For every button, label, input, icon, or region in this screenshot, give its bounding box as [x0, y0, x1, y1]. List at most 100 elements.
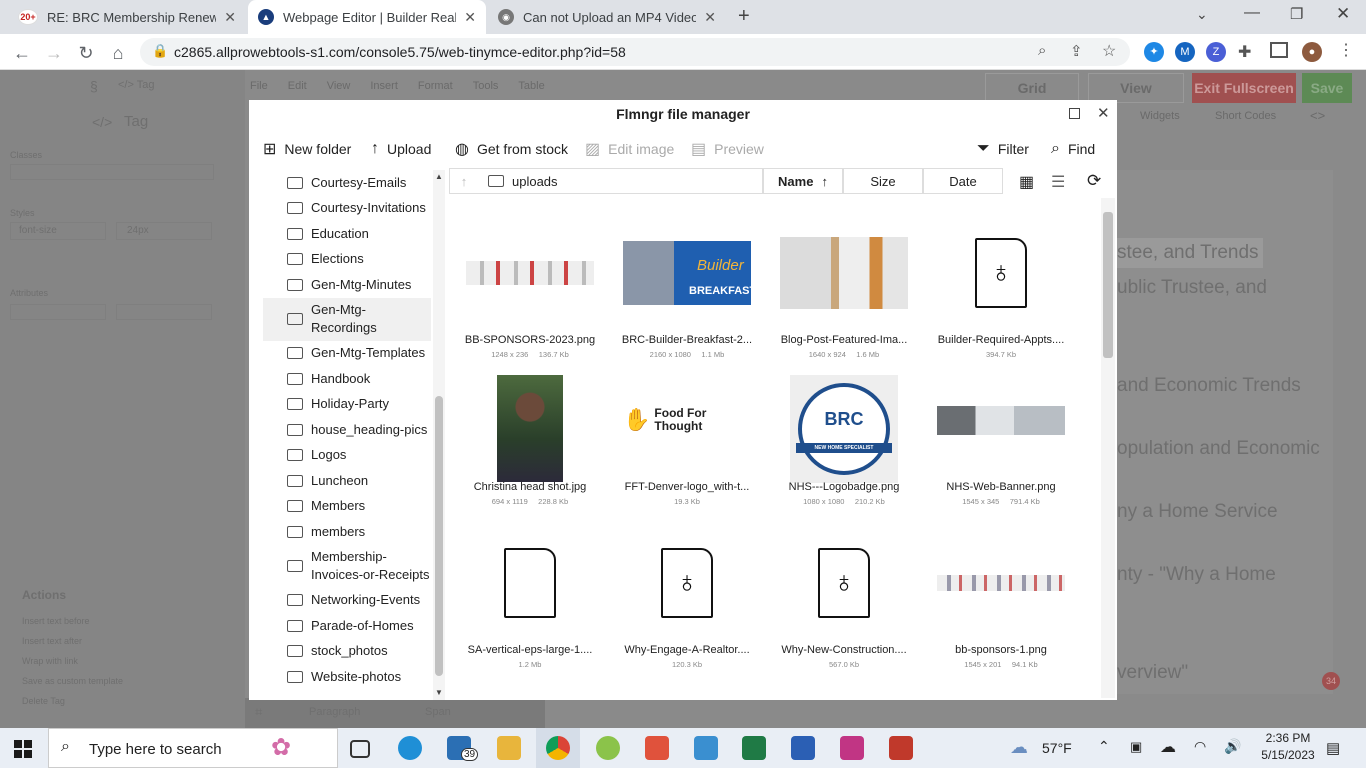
- folder-item[interactable]: Courtesy-Invitations: [263, 196, 431, 222]
- menu-tools[interactable]: Tools: [473, 80, 499, 92]
- file-item[interactable]: NHS-Web-Banner.png 1545 x 345 791.4 Kb: [926, 375, 1076, 506]
- edge-icon[interactable]: [398, 736, 422, 760]
- scroll-down-icon[interactable]: ▼: [435, 688, 443, 697]
- mail-icon[interactable]: 39: [447, 736, 479, 761]
- chrome-icon[interactable]: [546, 736, 570, 760]
- scroll-up-icon[interactable]: ▲: [435, 172, 443, 181]
- app-blue-icon[interactable]: [694, 736, 718, 760]
- save-button[interactable]: Save: [1302, 73, 1352, 103]
- folder-item[interactable]: Website-photos: [263, 664, 431, 690]
- folder-scrollbar[interactable]: ▲ ▼: [433, 170, 445, 700]
- folder-item[interactable]: Gen-Mtg-Recordings: [263, 297, 431, 341]
- action-item[interactable]: Insert text after: [22, 636, 82, 646]
- zoom-icon[interactable]: ⌕: [1038, 42, 1046, 59]
- filter-button[interactable]: ⏷ Filter: [977, 138, 1029, 160]
- style-name-input[interactable]: font-size: [10, 222, 106, 240]
- menu-table[interactable]: Table: [518, 80, 544, 92]
- reload-icon[interactable]: ↻: [74, 41, 98, 65]
- grid-view-icon[interactable]: ▦: [1019, 172, 1034, 192]
- file-item[interactable]: bb-sponsors-1.png 1545 x 201 94.1 Kb: [926, 538, 1076, 669]
- clock-time[interactable]: 2:36 PM: [1258, 731, 1318, 745]
- new-folder-button[interactable]: ⊞ New folder: [263, 138, 351, 160]
- folder-item[interactable]: Gen-Mtg-Minutes: [263, 272, 431, 298]
- zoom-ext-icon[interactable]: Z: [1206, 42, 1226, 62]
- minimize-icon[interactable]: —: [1244, 4, 1260, 22]
- short-codes-dropdown[interactable]: Short Codes: [1215, 110, 1276, 122]
- extension-m-icon[interactable]: M: [1175, 42, 1195, 62]
- get-from-stock-button[interactable]: ◍ Get from stock: [455, 138, 568, 160]
- close-window-icon[interactable]: ✕: [1336, 4, 1350, 24]
- status-span[interactable]: Span: [425, 706, 451, 718]
- view-button[interactable]: View: [1088, 73, 1184, 103]
- omnibox[interactable]: 🔒 c2865.allprowebtools-s1.com/console5.7…: [140, 38, 1130, 66]
- find-button[interactable]: ⌕ Find: [1051, 138, 1095, 160]
- code-icon[interactable]: <>: [1310, 108, 1325, 123]
- sort-name-header[interactable]: Name ↑: [763, 168, 843, 194]
- meet-icon[interactable]: ▣: [1130, 739, 1142, 755]
- refresh-icon[interactable]: ⟳: [1087, 171, 1101, 191]
- menu-file[interactable]: File: [250, 80, 268, 92]
- tab-gmail[interactable]: 20+ RE: BRC Membership Renewal - n ✕: [8, 0, 246, 34]
- app-green-icon[interactable]: [596, 736, 620, 760]
- menu-view[interactable]: View: [327, 80, 351, 92]
- folder-scroll-thumb[interactable]: [435, 396, 443, 676]
- temperature[interactable]: 57°F: [1042, 740, 1072, 756]
- share-icon[interactable]: ⇪: [1070, 42, 1083, 60]
- excel-icon[interactable]: [742, 736, 766, 760]
- taskbar-search[interactable]: ⌕ Type here to search ✿: [48, 728, 338, 768]
- close-icon[interactable]: ✕: [1097, 104, 1110, 122]
- file-scrollbar[interactable]: [1101, 198, 1115, 698]
- list-view-icon[interactable]: ☰: [1051, 172, 1065, 192]
- file-item[interactable]: ♁ Builder-Required-Appts.... 394.7 Kb: [926, 228, 1076, 359]
- grid-button[interactable]: Grid: [985, 73, 1079, 103]
- maximize-icon[interactable]: [1069, 108, 1080, 119]
- folder-item[interactable]: Members: [263, 494, 431, 520]
- windows-start-icon[interactable]: [14, 740, 32, 758]
- widgets-dropdown[interactable]: Widgets: [1140, 110, 1180, 122]
- folder-item[interactable]: stock_photos: [263, 639, 431, 665]
- tab-webpage-editor[interactable]: ▲ Webpage Editor | Builder Realty C ✕: [248, 0, 486, 34]
- menu-insert[interactable]: Insert: [370, 80, 398, 92]
- menu-icon[interactable]: ⋮: [1338, 40, 1354, 60]
- close-tab-icon[interactable]: ✕: [464, 9, 476, 26]
- volume-icon[interactable]: 🔊: [1224, 738, 1241, 755]
- folder-item[interactable]: Education: [263, 221, 431, 247]
- folder-item[interactable]: Gen-Mtg-Templates: [263, 341, 431, 367]
- action-item[interactable]: Save as custom template: [22, 676, 123, 686]
- menu-format[interactable]: Format: [418, 80, 453, 92]
- profile-avatar[interactable]: ●: [1302, 42, 1322, 62]
- tab-mp4[interactable]: ◉ Can not Upload an MP4 Video - ✕: [488, 0, 726, 34]
- chevron-down-icon[interactable]: ⌄: [1196, 6, 1208, 23]
- puzzle-icon[interactable]: ✚: [1238, 42, 1251, 62]
- folder-item[interactable]: Logos: [263, 443, 431, 469]
- folder-item[interactable]: Luncheon: [263, 468, 431, 494]
- file-scroll-thumb[interactable]: [1103, 212, 1113, 358]
- editor-content[interactable]: stee, and Trends ublic Trustee, and and …: [1117, 170, 1333, 694]
- restore-icon[interactable]: ❐: [1290, 5, 1303, 23]
- app-red-icon[interactable]: [645, 736, 669, 760]
- preview-button[interactable]: ▤ Preview: [691, 138, 764, 160]
- status-paragraph[interactable]: Paragraph: [309, 706, 360, 718]
- upload-button[interactable]: ↑ Upload: [371, 138, 431, 160]
- attr-value-input[interactable]: [116, 304, 212, 320]
- star-icon[interactable]: ☆: [1102, 41, 1116, 61]
- onedrive-icon[interactable]: ☁: [1160, 737, 1176, 757]
- action-item[interactable]: Insert text before: [22, 616, 90, 626]
- home-icon[interactable]: ⌂: [106, 41, 130, 65]
- file-item[interactable]: SA-vertical-eps-large-1.... 1.2 Mb: [455, 538, 605, 669]
- instagram-icon[interactable]: [840, 736, 864, 760]
- weather-icon[interactable]: ☁: [1010, 737, 1028, 758]
- file-item[interactable]: Christina head shot.jpg 694 x 1119 228.8 …: [455, 374, 605, 506]
- close-tab-icon[interactable]: ✕: [224, 9, 236, 26]
- folder-item[interactable]: Membership-Invoices-or-Receipts: [263, 545, 431, 588]
- folder-item[interactable]: members: [263, 519, 431, 545]
- new-tab-icon[interactable]: +: [738, 5, 750, 28]
- style-value-input[interactable]: 24px: [116, 222, 212, 240]
- wifi-icon[interactable]: ◠: [1194, 738, 1206, 755]
- extension-icon[interactable]: ✦: [1144, 42, 1164, 62]
- file-item[interactable]: Builder BREAKFAST BRC-Builder-Breakfast-2.…: [612, 228, 762, 359]
- folder-item[interactable]: Networking-Events: [263, 588, 431, 614]
- sort-size-header[interactable]: Size: [843, 168, 923, 194]
- tray-chevron-icon[interactable]: ⌃: [1098, 738, 1110, 755]
- file-item[interactable]: Blog-Post-Featured-Ima... 1640 x 924 1.6 …: [769, 228, 919, 359]
